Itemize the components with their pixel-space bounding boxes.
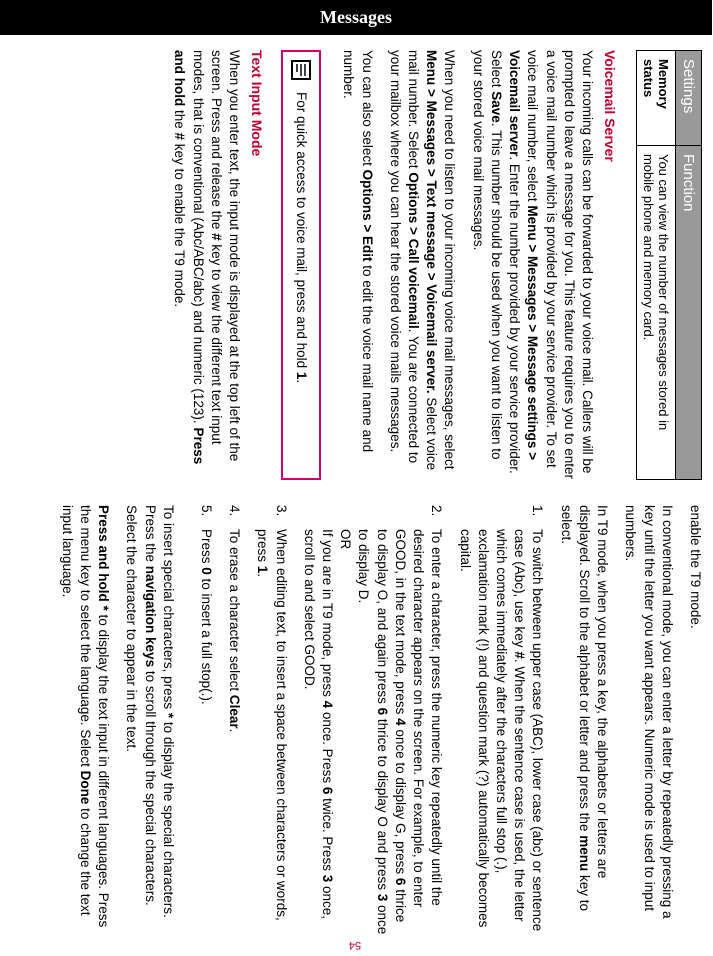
right-column: enable the T9 mode. In conventional mode…: [9, 505, 702, 935]
list-item: 3. When editing text, to insert a space …: [253, 505, 289, 935]
textinput-p4: To insert special characters, press * to…: [122, 505, 177, 935]
text: once. Press: [320, 708, 335, 787]
text: once to display G, press: [393, 726, 408, 878]
bold: navigation keys: [143, 566, 158, 667]
text: .: [294, 379, 309, 383]
settings-table: Settings Function Memory status You can …: [636, 50, 702, 480]
side-tab: Messages: [0, 0, 712, 35]
table-header-function: Function: [676, 145, 702, 479]
text: key to enable the T9 mode.: [173, 140, 188, 307]
voicemail-p3: You can also select Options > Edit to ed…: [339, 50, 375, 480]
textinput-p1: When you enter text, the input mode is d…: [170, 50, 243, 480]
list-text: When editing text, to insert a space bet…: [253, 529, 289, 935]
bold: Options > Edit: [360, 170, 375, 262]
text: When you need to listen to your incoming…: [442, 50, 457, 469]
text: To insert special characters, press: [161, 505, 176, 713]
list-number: 1.: [455, 505, 546, 529]
bold: Options > Call voicemail: [406, 172, 421, 328]
bold: #: [173, 133, 188, 141]
note-box: For quick access to voice mail, press an…: [281, 50, 321, 480]
left-column: Settings Function Memory status You can …: [9, 50, 702, 480]
ordered-list: 1. To switch between upper case (ABC), l…: [187, 505, 547, 935]
text: Press: [199, 529, 214, 567]
table-cell-desc: You can view the number of messages stor…: [637, 145, 676, 479]
bold: 0: [199, 567, 214, 575]
text: When editing text, to insert a space bet…: [255, 529, 288, 921]
note-text: For quick access to voice mail, press an…: [294, 92, 309, 383]
bold: 4: [320, 701, 335, 709]
list-number: 3.: [253, 505, 289, 529]
list-text: To enter a character, press the numeric …: [300, 529, 446, 935]
list-text: To erase a character select Clear.: [225, 529, 243, 732]
bold: menu: [577, 835, 592, 871]
bold: Press and hold: [96, 505, 111, 606]
voicemail-p2: When you need to listen to your incoming…: [386, 50, 459, 480]
text: .: [255, 573, 270, 577]
textinput-p1-cont: enable the T9 mode.: [686, 505, 704, 935]
page-content: Settings Function Memory status You can …: [0, 35, 712, 956]
list-number: 2.: [300, 505, 446, 529]
bold: Done: [78, 771, 93, 805]
bold: Save: [489, 91, 504, 123]
note-icon: [289, 58, 313, 82]
table-header-settings: Settings: [676, 51, 702, 146]
list-item: 5. Press 0 to insert a full stop(.).: [197, 505, 215, 935]
bold: 6: [375, 708, 390, 716]
bold: 4: [393, 718, 408, 726]
bold: Clear: [227, 695, 242, 729]
list-item: 2. To enter a character, press the numer…: [300, 505, 446, 935]
text: To erase a character select: [227, 529, 242, 695]
bold: #: [209, 233, 224, 241]
list-item: 1. To switch between upper case (ABC), l…: [455, 505, 546, 935]
text: twice. Press: [320, 794, 335, 874]
text: the: [173, 106, 188, 132]
text: .: [227, 729, 242, 733]
list-number: 4.: [225, 505, 243, 529]
text: You can also select: [360, 50, 375, 170]
textinput-p3: In T9 mode, when you press a key, the al…: [556, 505, 611, 935]
table-row: Memory status You can view the number of…: [637, 51, 676, 480]
text: enable the T9 mode.: [688, 505, 703, 629]
list-text: To switch between upper case (ABC), lowe…: [455, 529, 546, 935]
textinput-p5: Press and hold * to display the text inp…: [57, 505, 112, 935]
text: OR: [338, 529, 353, 549]
page-number: 54: [349, 939, 361, 951]
list-item: 4. To erase a character select Clear.: [225, 505, 243, 935]
bold: Menu > Messages > Text message > Voicema…: [424, 50, 439, 394]
table-cell-label: Memory status: [641, 59, 671, 109]
text: thrice to display O and press: [375, 715, 390, 894]
voicemail-p1: Your incoming calls can be forwarded to …: [468, 50, 596, 480]
textinput-heading: Text Input Mode: [249, 50, 265, 480]
bold: #: [512, 651, 527, 659]
text: For quick access to voice mail, press an…: [294, 92, 309, 372]
voicemail-heading: Voicemail Server: [602, 50, 618, 480]
list-text: Press 0 to insert a full stop(.).: [197, 529, 215, 705]
text: In T9 mode, when you press a key, the al…: [577, 505, 610, 878]
list-number: 5.: [197, 505, 215, 529]
textinput-p2: In conventional mode, you can enter a le…: [621, 505, 676, 935]
text: If you are in T9 mode, press: [320, 529, 335, 701]
text: to insert a full stop(.).: [199, 575, 214, 705]
